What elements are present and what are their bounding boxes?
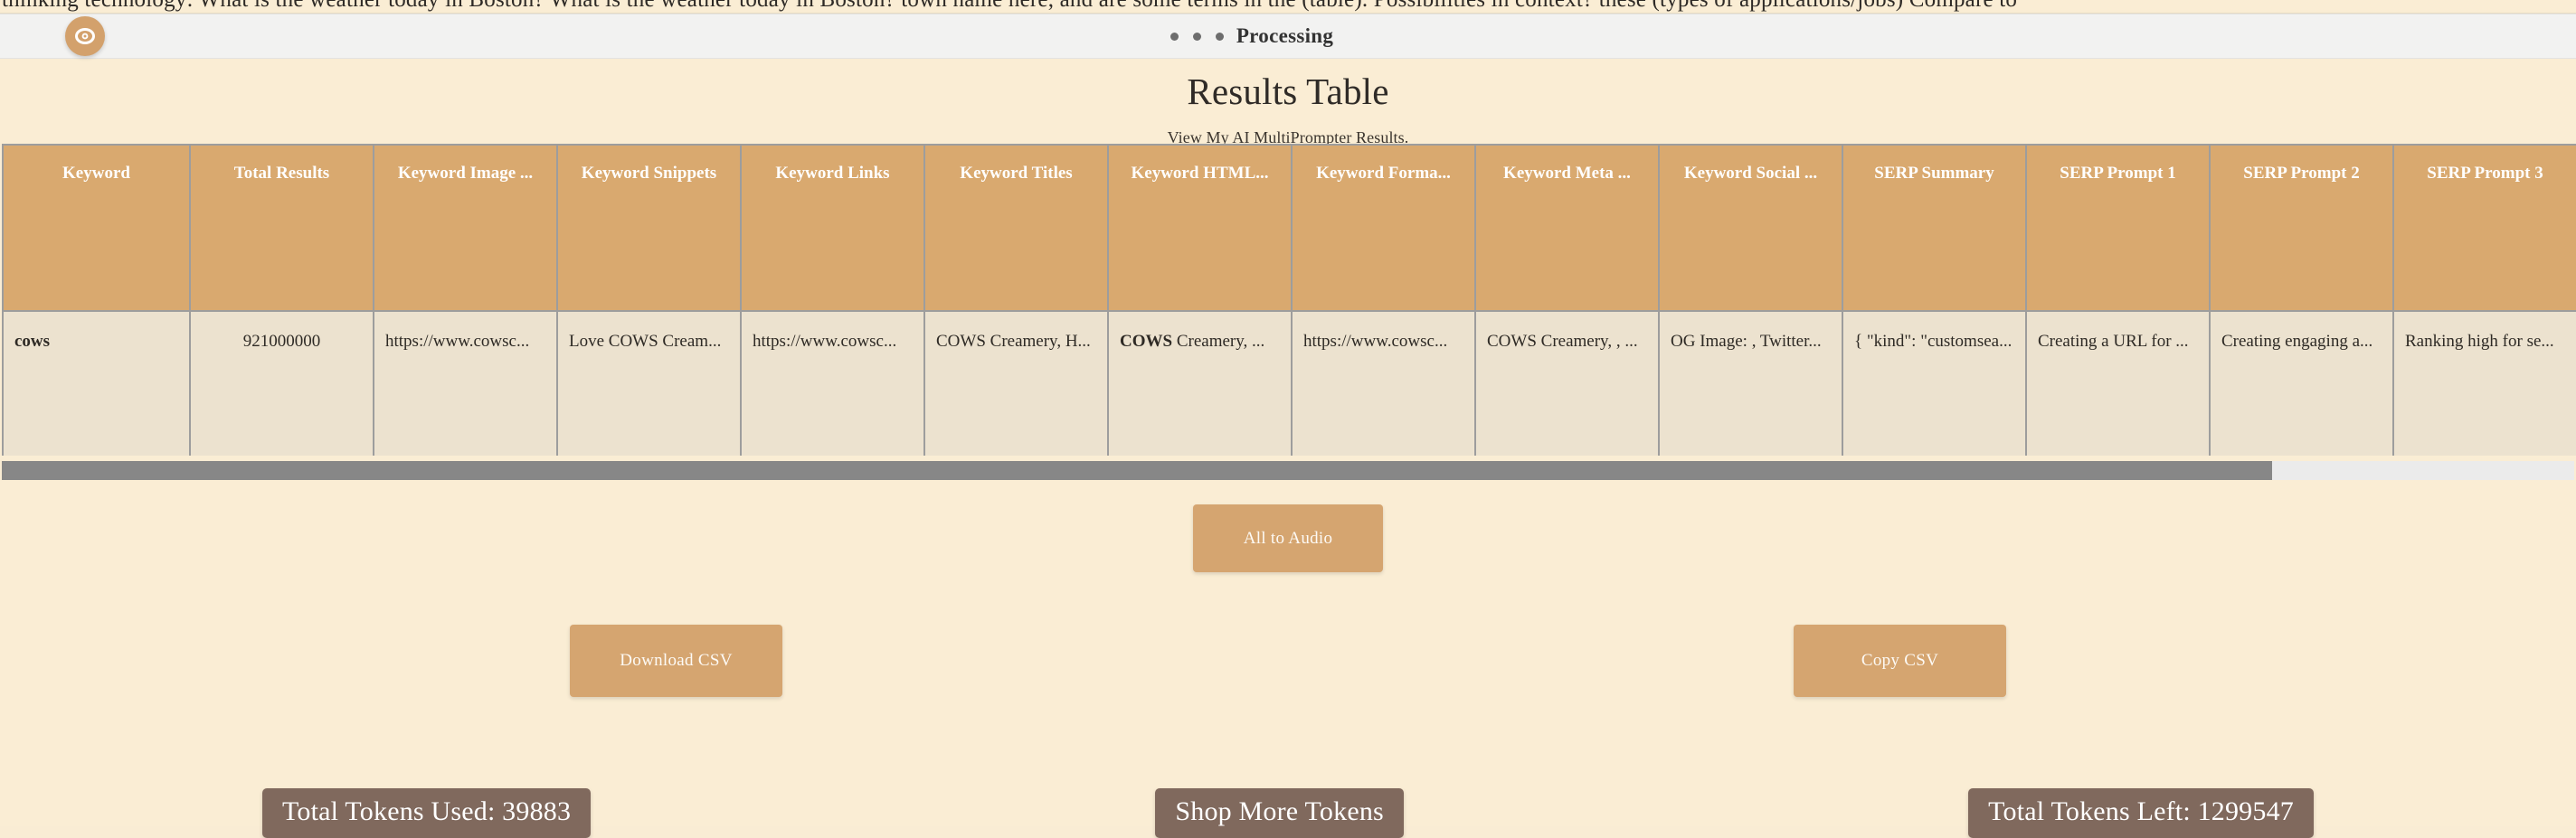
column-header-total-results[interactable]: Total Results	[190, 144, 374, 311]
clipped-top-text: thinking technology: What is the weather…	[2, 0, 2576, 11]
column-header-keyword-social[interactable]: Keyword Social ...	[1659, 144, 1843, 311]
column-header-keyword-image[interactable]: Keyword Image ...	[374, 144, 558, 311]
cell-total-results: 921000000	[190, 310, 374, 456]
column-header-keyword-titles[interactable]: Keyword Titles	[924, 144, 1109, 311]
column-header-keyword-snippets[interactable]: Keyword Snippets	[557, 144, 742, 311]
cell-serp-prompt-3: Ranking high for se...	[2393, 310, 2576, 456]
page-title: Results Table	[1187, 71, 1389, 112]
copy-csv-button[interactable]: Copy CSV	[1794, 625, 2006, 697]
table-row[interactable]: cows 921000000 https://www.cowsc... Love…	[2, 310, 2576, 456]
results-table: Keyword Total Results Keyword Image ... …	[2, 144, 2576, 456]
table-horizontal-scrollbar-thumb[interactable]	[2, 461, 2272, 480]
cell-keyword-image: https://www.cowsc...	[374, 310, 558, 456]
cell-keyword-html: COWS Creamery, ...	[1108, 310, 1293, 456]
column-header-serp-prompt-2[interactable]: SERP Prompt 2	[2210, 144, 2394, 311]
column-header-keyword-links[interactable]: Keyword Links	[741, 144, 925, 311]
cell-serp-prompt-2: Creating engaging a...	[2210, 310, 2394, 456]
cell-keyword-html-rest: Creamery, ...	[1172, 332, 1265, 351]
processing-label: Processing	[1236, 24, 1334, 47]
cell-keyword-titles: COWS Creamery, H...	[924, 310, 1109, 456]
results-table-head: Keyword Total Results Keyword Image ... …	[2, 144, 2576, 311]
processing-status-bar: Processing	[0, 14, 2576, 59]
column-header-serp-summary[interactable]: SERP Summary	[1842, 144, 2027, 311]
page-subtitle: View My AI MultiPrompter Results.	[1167, 128, 1409, 147]
column-header-keyword-format[interactable]: Keyword Forma...	[1292, 144, 1476, 311]
total-tokens-left-button[interactable]: Total Tokens Left: 1299547	[1968, 788, 2314, 838]
cell-keyword-meta: COWS Creamery, , ...	[1475, 310, 1660, 456]
download-csv-button[interactable]: Download CSV	[570, 625, 782, 697]
column-header-keyword-html[interactable]: Keyword HTML...	[1108, 144, 1293, 311]
clipped-top-text-strip: thinking technology: What is the weather…	[0, 0, 2576, 14]
cell-serp-prompt-1: Creating a URL for ...	[2026, 310, 2211, 456]
cell-keyword-links: https://www.cowsc...	[741, 310, 925, 456]
cell-serp-summary: { "kind": "customsea...	[1842, 310, 2027, 456]
column-header-serp-prompt-1[interactable]: SERP Prompt 1	[2026, 144, 2211, 311]
eye-icon	[75, 28, 95, 44]
table-header-row: Keyword Total Results Keyword Image ... …	[2, 144, 2576, 311]
loading-dot-3-icon	[1215, 32, 1224, 41]
all-to-audio-button[interactable]: All to Audio	[1193, 504, 1383, 572]
loading-dot-2-icon	[1192, 32, 1201, 41]
csv-action-row: Download CSV Copy CSV	[0, 625, 2576, 697]
cell-keyword-html-bold: COWS	[1120, 332, 1173, 351]
shop-more-tokens-button[interactable]: Shop More Tokens	[1155, 788, 1404, 838]
processing-indicator: Processing	[1170, 24, 1333, 48]
cell-keyword: cows	[2, 310, 191, 456]
results-page: Results Table View My AI MultiPrompter R…	[0, 60, 2576, 838]
results-table-body: cows 921000000 https://www.cowsc... Love…	[2, 310, 2576, 456]
eye-icon-badge[interactable]	[65, 16, 105, 56]
cell-keyword-snippets: Love COWS Cream...	[557, 310, 742, 456]
cell-keyword-format: https://www.cowsc...	[1292, 310, 1476, 456]
results-table-viewport[interactable]: Keyword Total Results Keyword Image ... …	[0, 144, 2576, 457]
table-horizontal-scrollbar[interactable]	[2, 461, 2574, 480]
total-tokens-used-button[interactable]: Total Tokens Used: 39883	[262, 788, 592, 838]
column-header-serp-prompt-3[interactable]: SERP Prompt 3	[2393, 144, 2576, 311]
loading-dot-1-icon	[1170, 32, 1179, 41]
cell-keyword-social: OG Image: , Twitter...	[1659, 310, 1843, 456]
column-header-keyword-meta[interactable]: Keyword Meta ...	[1475, 144, 1660, 311]
loading-dots-icon	[1170, 32, 1224, 41]
column-header-keyword[interactable]: Keyword	[2, 144, 191, 311]
audio-action-row: All to Audio	[0, 504, 2576, 572]
token-status-row: Total Tokens Used: 39883 Shop More Token…	[0, 788, 2576, 838]
